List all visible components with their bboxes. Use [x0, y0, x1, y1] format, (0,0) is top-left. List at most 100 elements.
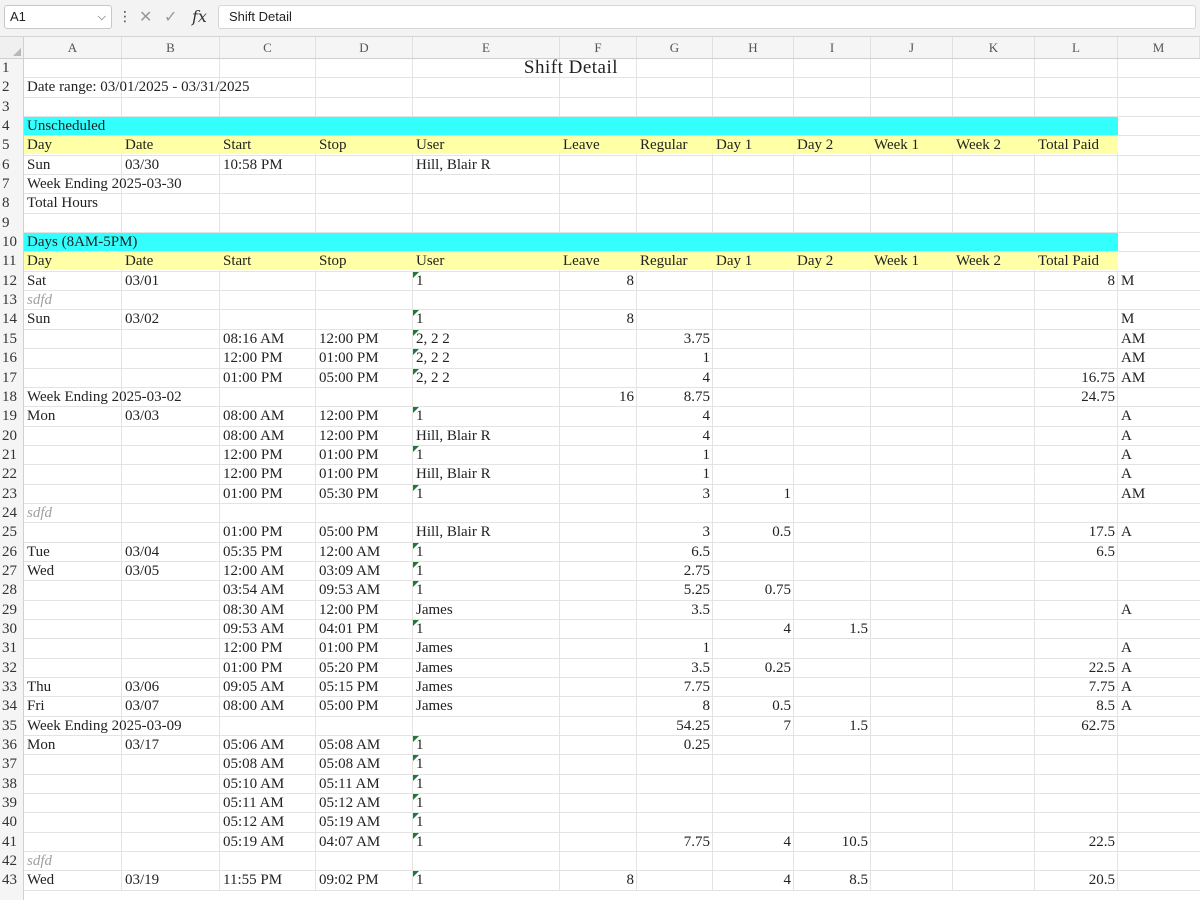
cell-m[interactable]: M: [1121, 310, 1134, 328]
cell-c[interactable]: 10:58 PM: [223, 156, 283, 174]
row-header-9[interactable]: 9: [0, 214, 23, 233]
cell-a[interactable]: Week Ending 2025-03-02: [27, 388, 182, 406]
row-header-43[interactable]: 43: [0, 871, 23, 890]
cell-d[interactable]: 01:00 PM: [319, 349, 379, 367]
cell-f[interactable]: 8: [560, 310, 635, 328]
row-header-8[interactable]: 8: [0, 194, 23, 213]
cell-g[interactable]: 1: [637, 349, 711, 367]
column-label-k[interactable]: Week 2: [956, 252, 1001, 270]
column-label-d[interactable]: Stop: [319, 252, 347, 270]
cell-b[interactable]: 03/19: [125, 871, 159, 889]
cell-g[interactable]: 8: [637, 697, 711, 715]
row-header-12[interactable]: 12: [0, 272, 23, 291]
column-header-a[interactable]: A: [24, 37, 122, 58]
cell-e[interactable]: Hill, Blair R: [416, 156, 491, 174]
column-label-c[interactable]: Start: [223, 136, 251, 154]
cell-a[interactable]: Sat: [27, 272, 46, 290]
cell-h[interactable]: 0.5: [713, 697, 791, 715]
column-label-i[interactable]: Day 2: [797, 252, 833, 270]
row-header-39[interactable]: 39: [0, 794, 23, 813]
cell-g[interactable]: 5.25: [637, 581, 710, 599]
cell-e[interactable]: 2, 2 2: [416, 330, 450, 348]
cell-e[interactable]: James: [416, 659, 453, 677]
cell-l[interactable]: 17.5: [1035, 523, 1115, 541]
sheet-title[interactable]: Shift Detail: [24, 59, 1118, 79]
confirm-icon[interactable]: ✓: [164, 6, 177, 28]
column-header-h[interactable]: H: [713, 37, 794, 58]
cell-b[interactable]: 03/17: [125, 736, 159, 754]
row-header-29[interactable]: 29: [0, 601, 23, 620]
cell-e[interactable]: 2, 2 2: [416, 349, 450, 367]
row-header-34[interactable]: 34: [0, 697, 23, 716]
cell-d[interactable]: 05:30 PM: [319, 485, 379, 503]
row-header-30[interactable]: 30: [0, 620, 23, 639]
row-header-23[interactable]: 23: [0, 485, 23, 504]
cancel-icon[interactable]: ✕: [139, 6, 152, 28]
row-header-11[interactable]: 11: [0, 252, 23, 271]
cell-c[interactable]: 08:30 AM: [223, 601, 284, 619]
cell-l[interactable]: 62.75: [1035, 717, 1115, 735]
column-header-c[interactable]: C: [220, 37, 316, 58]
column-header-b[interactable]: B: [122, 37, 220, 58]
cell-c[interactable]: 05:08 AM: [223, 755, 284, 773]
cell-e[interactable]: Hill, Blair R: [416, 523, 491, 541]
row-header-4[interactable]: 4: [0, 117, 23, 136]
cell-g[interactable]: 2.75: [637, 562, 710, 580]
row-header-40[interactable]: 40: [0, 813, 23, 832]
cell-l[interactable]: 22.5: [1035, 833, 1115, 851]
row-header-16[interactable]: 16: [0, 349, 23, 368]
row-header-26[interactable]: 26: [0, 543, 23, 562]
cell-h[interactable]: 0.75: [713, 581, 791, 599]
row-header-41[interactable]: 41: [0, 833, 23, 852]
cell-e[interactable]: 2, 2 2: [416, 369, 450, 387]
cell-d[interactable]: 01:00 PM: [319, 465, 379, 483]
cell-d[interactable]: 05:20 PM: [319, 659, 379, 677]
cell-m[interactable]: AM: [1121, 369, 1145, 387]
cell-l[interactable]: 20.5: [1035, 871, 1115, 889]
cell-c[interactable]: 05:10 AM: [223, 775, 284, 793]
column-header-d[interactable]: D: [316, 37, 413, 58]
cell-a[interactable]: sdfd: [27, 852, 52, 870]
cell-h[interactable]: 0.25: [713, 659, 791, 677]
cell-d[interactable]: 03:09 AM: [319, 562, 380, 580]
column-label-f[interactable]: Leave: [563, 252, 600, 270]
cell-c[interactable]: 12:00 PM: [223, 446, 283, 464]
select-all-corner[interactable]: [0, 37, 24, 59]
cell-m[interactable]: A: [1121, 601, 1132, 619]
chevron-down-icon[interactable]: ⌵: [98, 6, 106, 28]
cell-c[interactable]: 12:00 PM: [223, 465, 283, 483]
cell-b[interactable]: 03/05: [125, 562, 159, 580]
cell-c[interactable]: 05:12 AM: [223, 813, 284, 831]
row-header-22[interactable]: 22: [0, 465, 23, 484]
row-header-7[interactable]: 7: [0, 175, 23, 194]
cell-c[interactable]: 11:55 PM: [223, 871, 282, 889]
cell-l[interactable]: 24.75: [1035, 388, 1115, 406]
cell-e[interactable]: Hill, Blair R: [416, 465, 491, 483]
row-header-24[interactable]: 24: [0, 504, 23, 523]
cell-m[interactable]: A: [1121, 446, 1132, 464]
cell-c[interactable]: 01:00 PM: [223, 369, 283, 387]
cell-a[interactable]: Thu: [27, 678, 51, 696]
cell-g[interactable]: 7.75: [637, 833, 710, 851]
column-header-k[interactable]: K: [953, 37, 1035, 58]
cell-m[interactable]: A: [1121, 523, 1132, 541]
formula-input[interactable]: Shift Detail: [218, 5, 1196, 29]
row-header-6[interactable]: 6: [0, 156, 23, 175]
row-header-32[interactable]: 32: [0, 659, 23, 678]
cell-m[interactable]: M: [1121, 272, 1134, 290]
cell-d[interactable]: 05:00 PM: [319, 697, 379, 715]
cell-e[interactable]: James: [416, 639, 453, 657]
cell-a[interactable]: Total Hours: [27, 194, 98, 212]
column-label-h[interactable]: Day 1: [716, 136, 752, 154]
cell-i[interactable]: 1.5: [794, 620, 868, 638]
cell-b[interactable]: 03/01: [125, 272, 159, 290]
cell-c[interactable]: 01:00 PM: [223, 485, 283, 503]
row-header-13[interactable]: 13: [0, 291, 23, 310]
row-header-38[interactable]: 38: [0, 775, 23, 794]
cell-m[interactable]: A: [1121, 427, 1132, 445]
cell-a[interactable]: Tue: [27, 543, 50, 561]
cell-d[interactable]: 09:53 AM: [319, 581, 380, 599]
cell-a[interactable]: Mon: [27, 407, 55, 425]
cell-g[interactable]: 3.75: [637, 330, 710, 348]
cell-a[interactable]: Wed: [27, 871, 54, 889]
